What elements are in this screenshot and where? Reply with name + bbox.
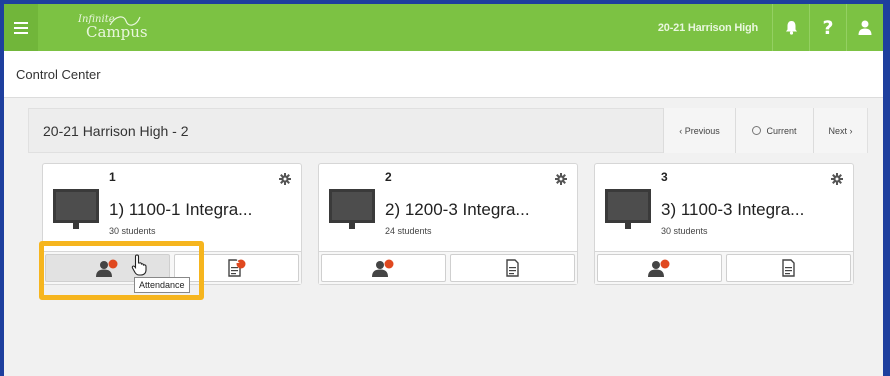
top-header: Infinite Campus 20-21 Harrison High ? bbox=[4, 4, 883, 51]
notes-icon bbox=[781, 259, 795, 277]
menu-button[interactable] bbox=[4, 4, 38, 51]
attendance-button[interactable] bbox=[321, 254, 446, 282]
attendance-tooltip: Attendance bbox=[134, 277, 190, 293]
calendar-title: 20-21 Harrison High - 2 bbox=[43, 122, 189, 139]
notifications-button[interactable] bbox=[772, 4, 809, 51]
current-button[interactable]: Current bbox=[735, 108, 813, 153]
section-cards-area: 1 1) 1100-1 Integra... 30 students 1 2 2… bbox=[28, 153, 868, 376]
student-count: 30 students bbox=[661, 226, 708, 236]
attendance-button[interactable] bbox=[597, 254, 722, 282]
previous-label: ‹ Previous bbox=[679, 125, 720, 136]
gear-icon[interactable] bbox=[831, 173, 843, 185]
section-card: 1 1) 1100-1 Integra... 30 students 1 bbox=[42, 163, 302, 285]
card-period-number: 3 bbox=[661, 170, 668, 184]
page-header: Control Center bbox=[4, 51, 883, 98]
logo-swoosh-icon bbox=[109, 16, 141, 26]
previous-button[interactable]: ‹ Previous bbox=[663, 108, 735, 153]
next-label: Next › bbox=[828, 125, 853, 136]
user-icon bbox=[858, 20, 872, 35]
attendance-icon bbox=[371, 259, 393, 277]
section-title[interactable]: 2) 1200-3 Integra... bbox=[385, 200, 530, 220]
calendar-panel-header: 20-21 Harrison High - 2 ‹ Previous Curre… bbox=[28, 108, 868, 153]
user-account-button[interactable] bbox=[846, 4, 883, 51]
student-count: 30 students bbox=[109, 226, 156, 236]
help-icon: ? bbox=[822, 16, 834, 39]
section-card: 2 2) 1200-3 Integra... 24 students bbox=[318, 163, 578, 285]
app-frame: Infinite Campus 20-21 Harrison High ? Co… bbox=[0, 0, 890, 376]
section-title[interactable]: 3) 1100-3 Integra... bbox=[661, 200, 804, 220]
card-period-number: 1 bbox=[109, 170, 116, 184]
school-selector[interactable]: 20-21 Harrison High bbox=[658, 22, 772, 34]
next-button[interactable]: Next › bbox=[813, 108, 867, 153]
notes-button[interactable] bbox=[450, 254, 575, 282]
gear-icon[interactable] bbox=[279, 173, 291, 185]
bell-icon bbox=[785, 21, 797, 35]
infinite-campus-logo[interactable]: Infinite Campus bbox=[78, 15, 148, 40]
student-count: 24 students bbox=[385, 226, 432, 236]
current-label: Current bbox=[766, 125, 797, 136]
attendance-icon bbox=[95, 259, 117, 277]
menu-icon bbox=[14, 21, 28, 34]
card-period-number: 2 bbox=[385, 170, 392, 184]
section-title[interactable]: 1) 1100-1 Integra... bbox=[109, 200, 252, 220]
notes-badge-count: 1 bbox=[235, 258, 240, 265]
hand-pointer-cursor-icon bbox=[131, 254, 147, 276]
card-actions bbox=[595, 251, 853, 284]
chalkboard-icon bbox=[605, 189, 651, 229]
notes-icon bbox=[505, 259, 519, 277]
current-radio-icon bbox=[752, 126, 762, 135]
section-card: 3 3) 1100-3 Integra... 30 students bbox=[594, 163, 854, 285]
attendance-icon bbox=[647, 259, 669, 277]
chalkboard-icon bbox=[53, 189, 99, 229]
card-actions bbox=[319, 251, 577, 284]
page-title: Control Center bbox=[16, 66, 101, 82]
notes-button[interactable]: 1 bbox=[174, 254, 299, 282]
gear-icon[interactable] bbox=[555, 173, 567, 185]
chalkboard-icon bbox=[329, 189, 375, 229]
help-button[interactable]: ? bbox=[809, 4, 846, 51]
notes-button[interactable] bbox=[726, 254, 851, 282]
